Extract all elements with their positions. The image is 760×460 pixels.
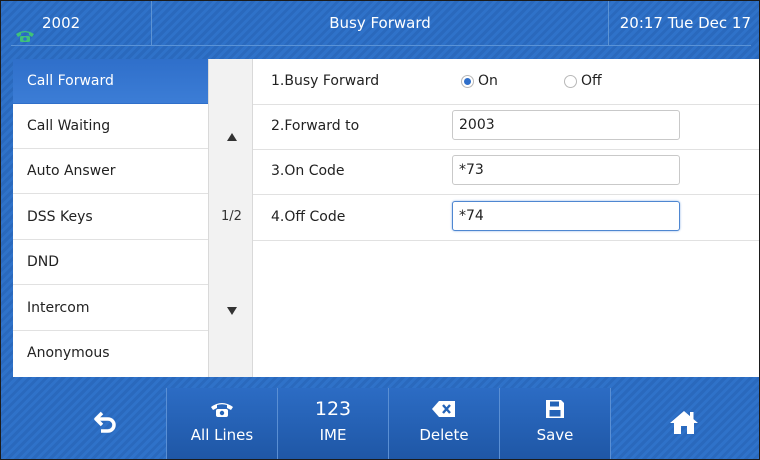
status-bar: 2002 Busy Forward 20:17 Tue Dec 17 [1, 1, 759, 45]
phone-screen: 2002 Busy Forward 20:17 Tue Dec 17 Call … [0, 0, 760, 460]
off-code-label: 4.Off Code [271, 209, 346, 225]
ime-indicator: 123 [314, 398, 352, 420]
delete-label: Delete [419, 426, 469, 444]
ime-button[interactable]: 123 IME [277, 388, 388, 459]
busy-forward-on-radio[interactable]: On [461, 59, 498, 104]
forward-to-label: 2.Forward to [271, 118, 360, 134]
triangle-up-icon[interactable] [209, 131, 254, 146]
softkey-bar: All Lines 123 IME Delete Save [1, 388, 759, 459]
home-button[interactable] [609, 388, 759, 459]
delete-button[interactable]: Delete [388, 388, 499, 459]
datetime: 20:17 Tue Dec 17 [619, 14, 751, 32]
settings-panel: Call Forward Call Waiting Auto Answer DS… [13, 59, 759, 377]
menu-item-intercom[interactable]: Intercom [13, 286, 208, 331]
back-arrow-icon [93, 410, 119, 438]
phone-icon [167, 394, 277, 424]
divider [608, 1, 609, 45]
on-code-input[interactable]: *73 [452, 155, 680, 185]
ime-label: IME [319, 426, 347, 444]
on-label: On [478, 73, 498, 89]
on-code-row: 3.On Code *73 [253, 149, 759, 195]
menu-item-dss-keys[interactable]: DSS Keys [13, 195, 208, 240]
settings-content: 1.Busy Forward On Off 2.Forward to 2003 … [253, 59, 759, 377]
menu-item-call-forward[interactable]: Call Forward [13, 59, 208, 104]
off-code-row: 4.Off Code *74 [253, 195, 759, 241]
off-label: Off [581, 73, 602, 89]
forward-to-row: 2.Forward to 2003 [253, 104, 759, 150]
floppy-disk-icon [500, 394, 610, 424]
header-divider [11, 45, 751, 46]
backspace-icon [389, 394, 499, 424]
all-lines-button[interactable]: All Lines [166, 388, 277, 459]
back-button[interactable] [31, 388, 181, 459]
forward-to-input[interactable]: 2003 [452, 110, 680, 140]
feature-menu: Call Forward Call Waiting Auto Answer DS… [13, 59, 208, 377]
save-label: Save [536, 426, 574, 444]
radio-selected-icon [461, 75, 474, 88]
page-indicator: 1/2 [221, 209, 242, 224]
menu-item-anonymous[interactable]: Anonymous [13, 331, 208, 376]
menu-item-auto-answer[interactable]: Auto Answer [13, 149, 208, 194]
triangle-down-icon[interactable] [209, 305, 254, 320]
save-button[interactable]: Save [499, 388, 611, 459]
all-lines-label: All Lines [190, 426, 254, 444]
menu-item-call-waiting[interactable]: Call Waiting [13, 104, 208, 149]
radio-unselected-icon [564, 75, 577, 88]
busy-forward-label: 1.Busy Forward [271, 73, 380, 89]
on-code-label: 3.On Code [271, 163, 345, 179]
menu-item-dnd[interactable]: DND [13, 240, 208, 285]
busy-forward-row: 1.Busy Forward On Off [253, 59, 759, 105]
off-code-input[interactable]: *74 [452, 201, 680, 231]
home-icon [669, 409, 699, 439]
page-scroller: 1/2 [208, 59, 253, 377]
busy-forward-off-radio[interactable]: Off [564, 59, 602, 104]
